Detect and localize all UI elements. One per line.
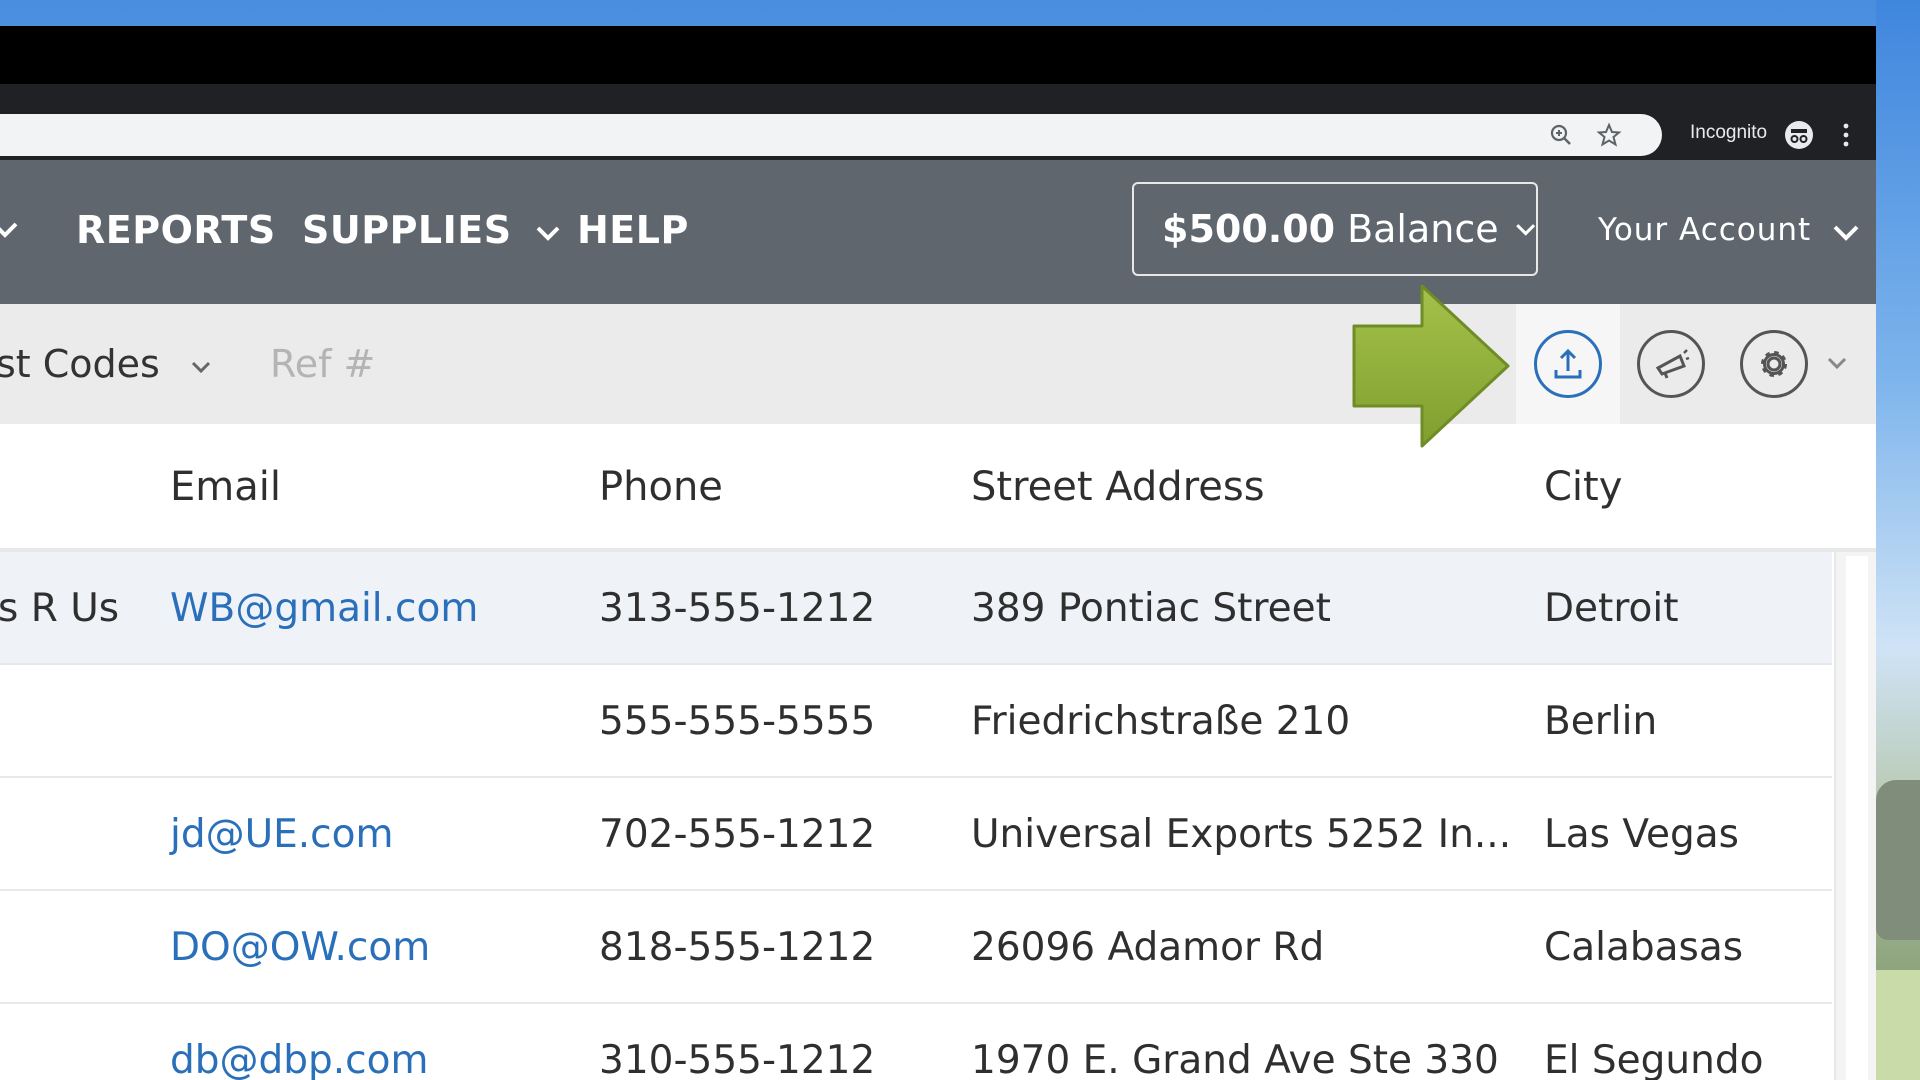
- chevron-down-icon: [1833, 225, 1859, 241]
- browser-toolbar: Incognito: [0, 84, 1876, 160]
- menu-dots-icon[interactable]: [1836, 120, 1856, 150]
- balance-button[interactable]: $500.00 Balance: [1132, 182, 1538, 276]
- gear-icon: [1761, 351, 1787, 377]
- table-row[interactable]: db@dbp.com 310-555-1212 1970 E. Grand Av…: [0, 1004, 1832, 1080]
- browser-window: Incognito REPORTS SUPPLIES HELP $500.00 …: [0, 26, 1876, 1080]
- email-link[interactable]: jd@UE.com: [170, 812, 393, 857]
- street-address-cell: Friedrichstraße 210: [971, 699, 1351, 744]
- nav-supplies[interactable]: SUPPLIES: [302, 208, 561, 252]
- incognito-label: Incognito: [1690, 122, 1768, 143]
- city-cell: Berlin: [1544, 699, 1658, 744]
- city-cell: Las Vegas: [1544, 812, 1739, 857]
- company-cell: s R Us: [0, 586, 120, 631]
- settings-button[interactable]: [1740, 330, 1808, 398]
- email-link[interactable]: db@dbp.com: [170, 1038, 428, 1080]
- ref-input[interactable]: [270, 334, 570, 394]
- cost-codes-filter[interactable]: st Codes: [0, 342, 212, 386]
- email-link[interactable]: DO@OW.com: [170, 925, 430, 970]
- email-link[interactable]: WB@gmail.com: [170, 586, 478, 631]
- scrollbar-thumb[interactable]: [1846, 556, 1868, 1080]
- column-header-city[interactable]: City: [1544, 464, 1622, 510]
- cost-codes-label: st Codes: [0, 342, 160, 386]
- desktop-grass: [1876, 970, 1920, 1080]
- street-address-cell: 389 Pontiac Street: [971, 586, 1331, 631]
- city-cell: El Segundo: [1544, 1038, 1764, 1080]
- table-header: Email Phone Street Address City: [0, 424, 1876, 552]
- phone-cell: 702-555-1212: [599, 812, 876, 857]
- filter-bar: st Codes: [0, 304, 1876, 424]
- chevron-down-icon[interactable]: [1826, 354, 1848, 372]
- city-cell: Calabasas: [1544, 925, 1744, 970]
- table-row[interactable]: s R Us WB@gmail.com 313-555-1212 389 Pon…: [0, 552, 1832, 665]
- incognito-icon[interactable]: [1784, 120, 1814, 150]
- upload-button[interactable]: [1534, 330, 1602, 398]
- table-row[interactable]: jd@UE.com 702-555-1212 Universal Exports…: [0, 778, 1832, 891]
- street-address-cell: 26096 Adamor Rd: [971, 925, 1325, 970]
- column-header-street-address[interactable]: Street Address: [971, 464, 1265, 510]
- nav-reports[interactable]: REPORTS: [76, 208, 276, 252]
- nav-help[interactable]: HELP: [577, 208, 689, 252]
- phone-cell: 555-555-5555: [599, 699, 876, 744]
- nav-supplies-label: SUPPLIES: [302, 208, 512, 252]
- your-account-menu[interactable]: Your Account: [1598, 212, 1860, 248]
- zoom-icon[interactable]: [1548, 122, 1574, 148]
- balance-label: Balance: [1347, 207, 1499, 251]
- chevron-down-icon: [191, 361, 211, 373]
- green-arrow-icon: [1352, 284, 1510, 448]
- bookmark-star-icon[interactable]: [1596, 122, 1622, 148]
- account-label: Your Account: [1598, 212, 1812, 248]
- street-address-cell: Universal Exports 5252 In...: [971, 812, 1512, 857]
- desktop-rock: [1876, 780, 1920, 940]
- title-bar: [0, 26, 1876, 84]
- chevron-down-icon: [1515, 224, 1535, 236]
- upload-icon: [1554, 348, 1582, 379]
- table-body: s R Us WB@gmail.com 313-555-1212 389 Pon…: [0, 552, 1832, 1080]
- city-cell: Detroit: [1544, 586, 1679, 631]
- column-header-phone[interactable]: Phone: [599, 464, 723, 510]
- campaign-button[interactable]: [1637, 330, 1705, 398]
- table-row[interactable]: 555-555-5555 Friedrichstraße 210 Berlin: [0, 665, 1832, 778]
- phone-cell: 313-555-1212: [599, 586, 876, 631]
- balance-amount: $500.00: [1162, 207, 1336, 251]
- megaphone-icon: [1655, 349, 1690, 379]
- scrollbar[interactable]: [1834, 552, 1876, 1080]
- app-nav-bar: REPORTS SUPPLIES HELP $500.00 Balance Yo…: [0, 160, 1876, 304]
- column-header-email[interactable]: Email: [170, 464, 281, 510]
- table-row[interactable]: DO@OW.com 818-555-1212 26096 Adamor Rd C…: [0, 891, 1832, 1004]
- chevron-down-icon[interactable]: [0, 216, 18, 242]
- desktop-background: [1876, 0, 1920, 1080]
- chevron-down-icon: [536, 226, 560, 241]
- address-bar[interactable]: [0, 114, 1662, 156]
- phone-cell: 310-555-1212: [599, 1038, 876, 1080]
- street-address-cell: 1970 E. Grand Ave Ste 330: [971, 1038, 1499, 1080]
- phone-cell: 818-555-1212: [599, 925, 876, 970]
